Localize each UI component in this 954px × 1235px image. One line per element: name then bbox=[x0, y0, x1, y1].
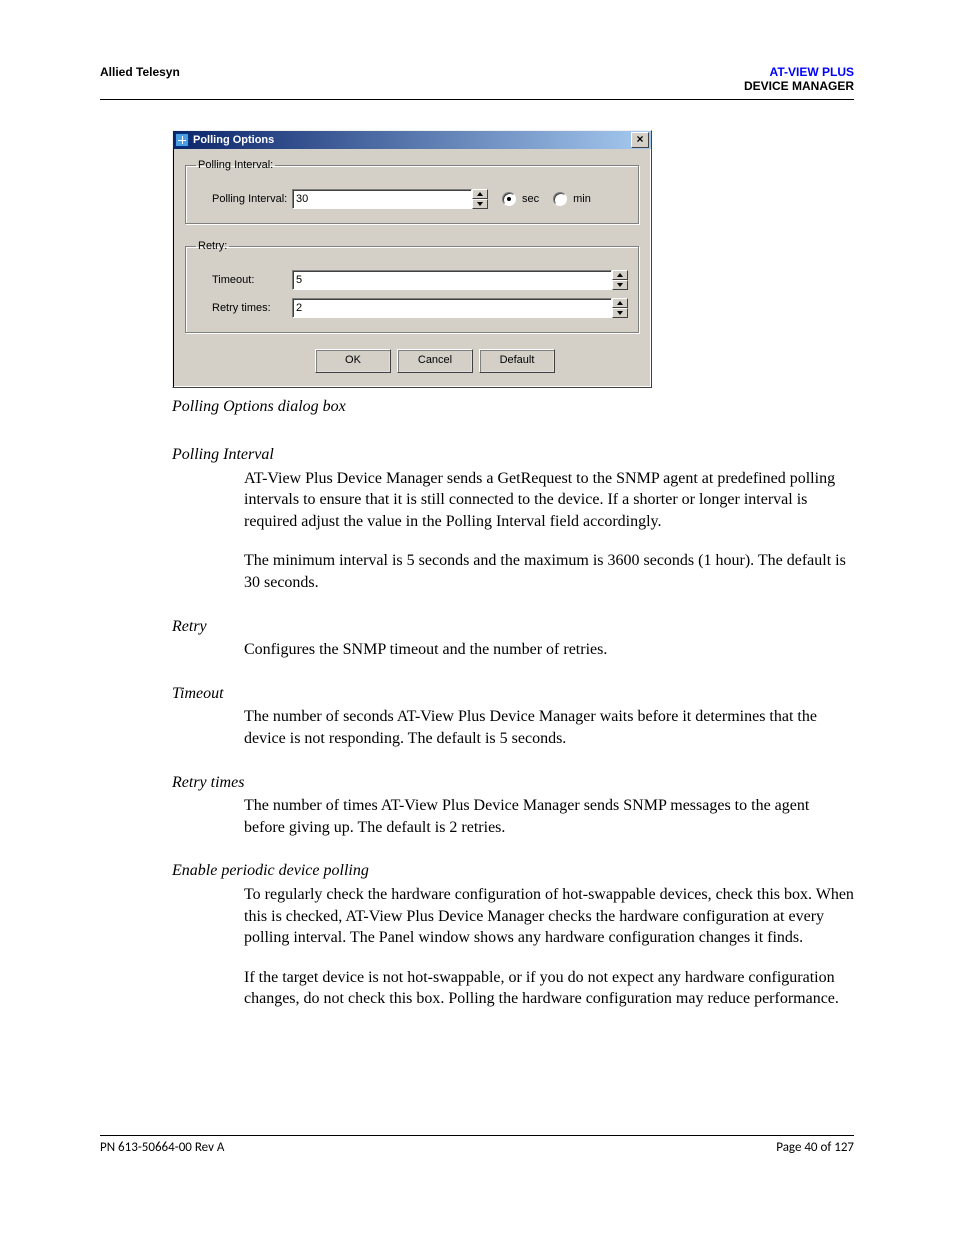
page-footer: PN 613-50664-00 Rev A Page 40 of 127 bbox=[100, 1127, 854, 1155]
retry-times-spin-buttons bbox=[612, 298, 628, 318]
dialog-button-row: OK Cancel Default bbox=[315, 349, 639, 373]
retry-times-spinner bbox=[292, 298, 628, 318]
header-right: AT-VIEW PLUS DEVICE MANAGER bbox=[744, 65, 854, 93]
dialog-titlebar[interactable]: Polling Options × bbox=[173, 131, 651, 149]
paragraph: AT-View Plus Device Manager sends a GetR… bbox=[244, 468, 854, 533]
figure-caption: Polling Options dialog box bbox=[172, 398, 854, 416]
retry-times-row: Retry times: bbox=[196, 298, 628, 318]
close-icon: × bbox=[636, 132, 643, 146]
def-timeout: The number of seconds AT-View Plus Devic… bbox=[244, 706, 854, 749]
timeout-label: Timeout: bbox=[196, 274, 292, 286]
default-button[interactable]: Default bbox=[479, 349, 555, 373]
polling-interval-group: Polling Interval: Polling Interval: bbox=[185, 159, 639, 224]
paragraph: The minimum interval is 5 seconds and th… bbox=[244, 550, 854, 593]
page-header: Allied Telesyn AT-VIEW PLUS DEVICE MANAG… bbox=[100, 65, 854, 93]
retry-times-label: Retry times: bbox=[196, 302, 292, 314]
def-retry: Configures the SNMP timeout and the numb… bbox=[244, 639, 854, 661]
spin-up-button[interactable] bbox=[612, 298, 628, 308]
polling-interval-spin-buttons bbox=[472, 189, 488, 209]
spin-down-button[interactable] bbox=[612, 308, 628, 318]
polling-interval-input[interactable] bbox=[292, 189, 472, 209]
radio-sec[interactable] bbox=[502, 192, 516, 206]
retry-legend: Retry: bbox=[196, 240, 229, 252]
footer-right: Page 40 of 127 bbox=[776, 1140, 854, 1155]
arrow-up-icon bbox=[477, 192, 483, 196]
spin-up-button[interactable] bbox=[472, 189, 488, 199]
paragraph: Configures the SNMP timeout and the numb… bbox=[244, 639, 854, 661]
body-content: Polling Interval AT-View Plus Device Man… bbox=[172, 444, 854, 1010]
heading-retry-times: Retry times bbox=[172, 772, 854, 794]
document-page: Allied Telesyn AT-VIEW PLUS DEVICE MANAG… bbox=[0, 0, 954, 1235]
paragraph: The number of seconds AT-View Plus Devic… bbox=[244, 706, 854, 749]
arrow-down-icon bbox=[477, 202, 483, 206]
polling-interval-legend: Polling Interval: bbox=[196, 159, 275, 171]
timeout-spinner bbox=[292, 270, 628, 290]
arrow-down-icon bbox=[617, 283, 623, 287]
timeout-input[interactable] bbox=[292, 270, 612, 290]
heading-retry: Retry bbox=[172, 616, 854, 638]
polling-interval-spinner bbox=[292, 189, 488, 209]
polling-options-dialog: Polling Options × Polling Interval: Poll… bbox=[172, 130, 652, 388]
def-retry-times: The number of times AT-View Plus Device … bbox=[244, 795, 854, 838]
header-rule bbox=[100, 99, 854, 100]
heading-timeout: Timeout bbox=[172, 683, 854, 705]
arrow-up-icon bbox=[617, 301, 623, 305]
header-left: Allied Telesyn bbox=[100, 65, 180, 93]
ok-button[interactable]: OK bbox=[315, 349, 391, 373]
spin-up-button[interactable] bbox=[612, 270, 628, 280]
header-section: DEVICE MANAGER bbox=[744, 79, 854, 93]
spin-down-button[interactable] bbox=[612, 280, 628, 290]
retry-times-input[interactable] bbox=[292, 298, 612, 318]
timeout-spin-buttons bbox=[612, 270, 628, 290]
retry-group: Retry: Timeout: Retry times: bbox=[185, 240, 639, 333]
paragraph: The number of times AT-View Plus Device … bbox=[244, 795, 854, 838]
footer-left: PN 613-50664-00 Rev A bbox=[100, 1140, 224, 1155]
heading-enable-polling: Enable periodic device polling bbox=[172, 860, 854, 882]
timeout-row: Timeout: bbox=[196, 270, 628, 290]
unit-radio-group: sec min bbox=[502, 192, 591, 206]
def-polling-interval: AT-View Plus Device Manager sends a GetR… bbox=[244, 468, 854, 594]
radio-min-label: min bbox=[573, 193, 591, 205]
app-icon bbox=[175, 133, 189, 147]
header-product: AT-VIEW PLUS bbox=[770, 65, 854, 79]
arrow-up-icon bbox=[617, 273, 623, 277]
arrow-down-icon bbox=[617, 311, 623, 315]
polling-interval-row: Polling Interval: sec bbox=[196, 189, 628, 209]
paragraph: To regularly check the hardware configur… bbox=[244, 884, 854, 949]
dialog-title: Polling Options bbox=[193, 134, 631, 146]
heading-polling-interval: Polling Interval bbox=[172, 444, 854, 466]
spin-down-button[interactable] bbox=[472, 199, 488, 209]
dialog-body: Polling Interval: Polling Interval: bbox=[173, 149, 651, 387]
radio-dot-icon bbox=[507, 197, 511, 201]
polling-interval-label: Polling Interval: bbox=[196, 193, 292, 205]
radio-min[interactable] bbox=[553, 192, 567, 206]
def-enable-polling: To regularly check the hardware configur… bbox=[244, 884, 854, 1010]
radio-sec-label: sec bbox=[522, 193, 539, 205]
close-button[interactable]: × bbox=[631, 132, 649, 148]
cancel-button[interactable]: Cancel bbox=[397, 349, 473, 373]
dialog-figure: Polling Options × Polling Interval: Poll… bbox=[172, 130, 854, 388]
footer-rule bbox=[100, 1135, 854, 1136]
paragraph: If the target device is not hot-swappabl… bbox=[244, 967, 854, 1010]
